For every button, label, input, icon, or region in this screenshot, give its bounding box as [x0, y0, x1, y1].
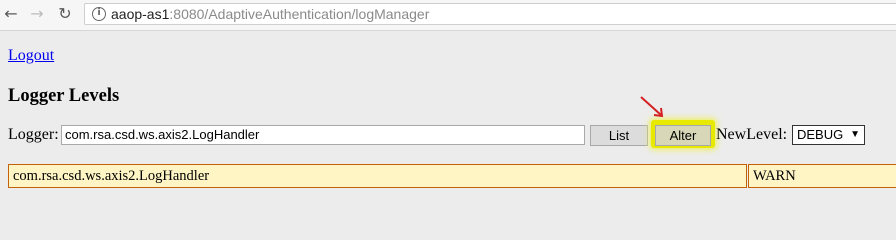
table-cell-logger-name: com.rsa.csd.ws.axis2.LogHandler: [8, 164, 747, 188]
page-title: Logger Levels: [8, 86, 120, 106]
alter-button[interactable]: Alter: [655, 125, 711, 146]
logger-label: Logger:: [8, 126, 59, 143]
logout-link[interactable]: Logout: [8, 47, 54, 65]
annotation-arrow-icon: [640, 96, 664, 118]
dropdown-caret-icon: ▼: [850, 129, 860, 140]
url-host: aaop-as1: [111, 6, 170, 22]
newlevel-label: NewLevel:: [716, 126, 788, 143]
back-arrow-icon[interactable]: ←: [2, 5, 20, 23]
info-icon[interactable]: i: [92, 7, 106, 21]
list-button[interactable]: List: [590, 125, 648, 146]
newlevel-select[interactable]: DEBUG ▼: [792, 125, 865, 145]
reload-icon[interactable]: ↻: [56, 5, 74, 23]
logger-input[interactable]: com.rsa.csd.ws.axis2.LogHandler: [61, 125, 585, 145]
forward-arrow-icon[interactable]: →: [28, 5, 46, 23]
url-path: :8080/AdaptiveAuthentication/logManager: [169, 6, 430, 22]
newlevel-selected-value: DEBUG: [797, 127, 844, 142]
table-cell-logger-level: WARN: [748, 164, 896, 188]
url-text[interactable]: aaop-as1:8080/AdaptiveAuthentication/log…: [111, 6, 429, 23]
address-bar[interactable]: i aaop-as1:8080/AdaptiveAuthentication/l…: [84, 3, 896, 25]
browser-toolbar: ← → ↻ i aaop-as1:8080/AdaptiveAuthentica…: [0, 0, 896, 31]
